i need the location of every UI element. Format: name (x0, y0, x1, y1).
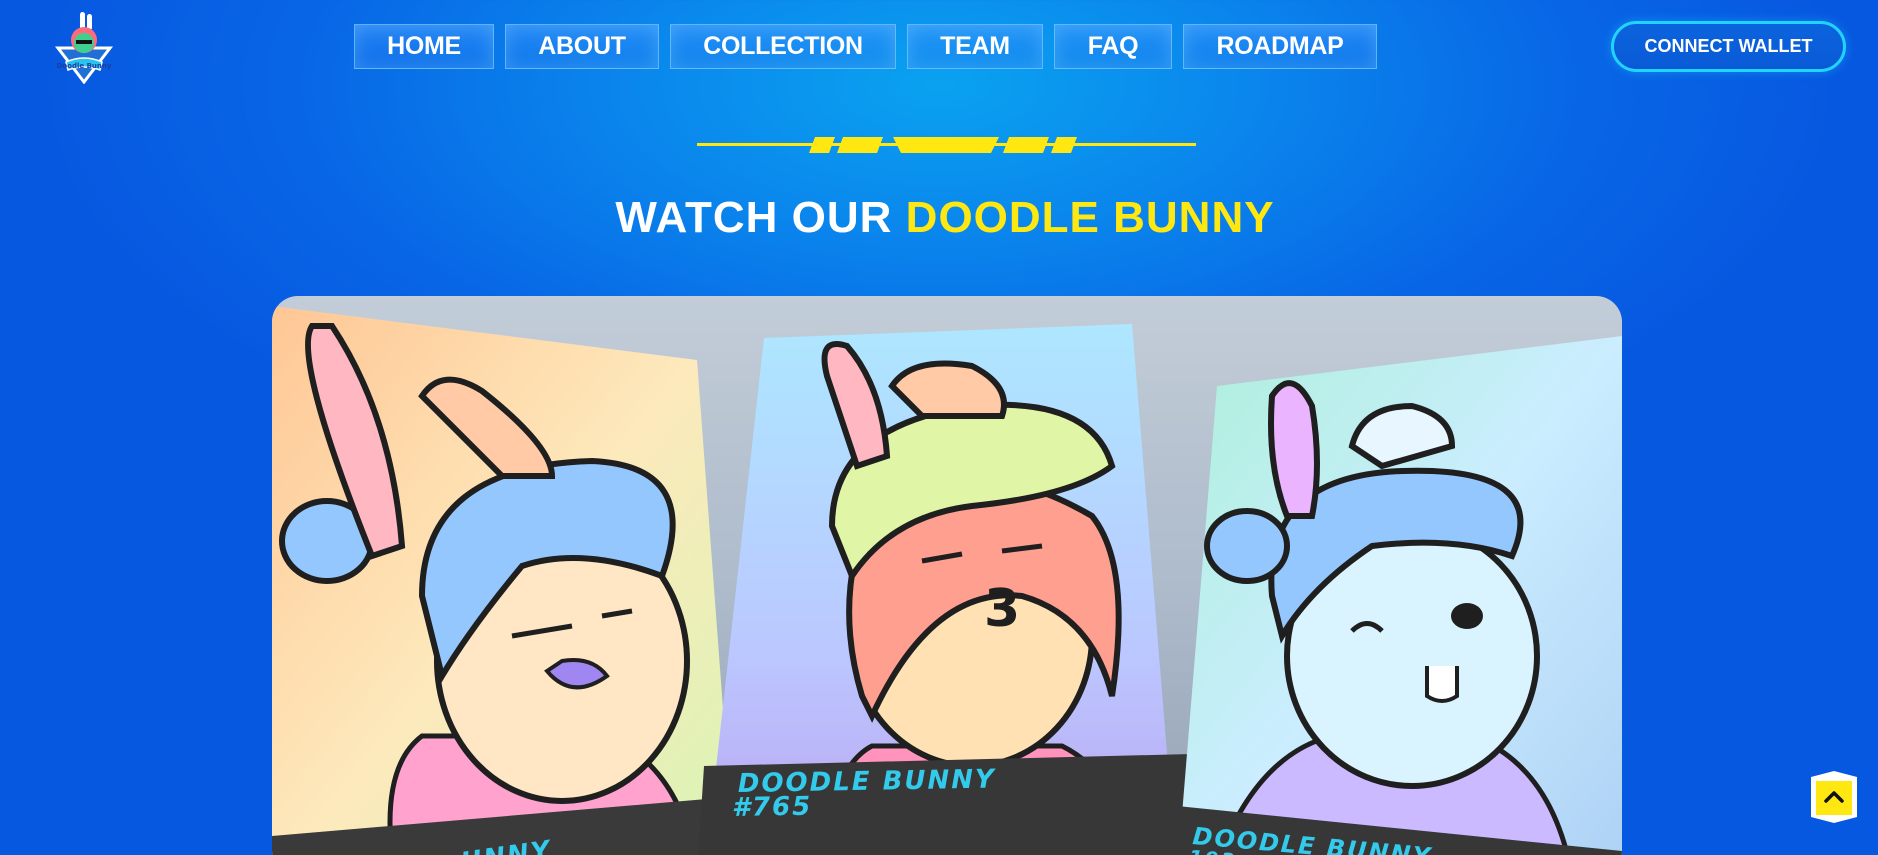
connect-wallet-button[interactable]: CONNECT WALLET (1611, 21, 1846, 72)
nav-team[interactable]: TEAM (907, 24, 1043, 69)
nav-faq[interactable]: FAQ (1054, 24, 1172, 69)
nav-about[interactable]: ABOUT (505, 24, 659, 69)
bunny-logo-icon[interactable]: Doodle Bunny (54, 10, 114, 85)
back-to-top-button[interactable] (1808, 771, 1860, 823)
nav-home[interactable]: HOME (354, 24, 494, 69)
logo-wordmark: Doodle Bunny (57, 62, 112, 70)
nav-collection[interactable]: COLLECTION (670, 24, 896, 69)
nav-roadmap[interactable]: ROADMAP (1183, 24, 1377, 69)
section-title-highlight: DOODLE BUNNY (905, 193, 1275, 242)
video-player[interactable]: UNNY 3 DOODLE BUNNY #765 (272, 296, 1622, 855)
main-nav: HOME ABOUT COLLECTION TEAM FAQ ROADMAP (354, 24, 1377, 69)
section-title-prefix: WATCH OUR (615, 193, 906, 242)
section-title: WATCH OUR DOODLE BUNNY (0, 193, 1878, 243)
section-divider (697, 134, 1196, 156)
